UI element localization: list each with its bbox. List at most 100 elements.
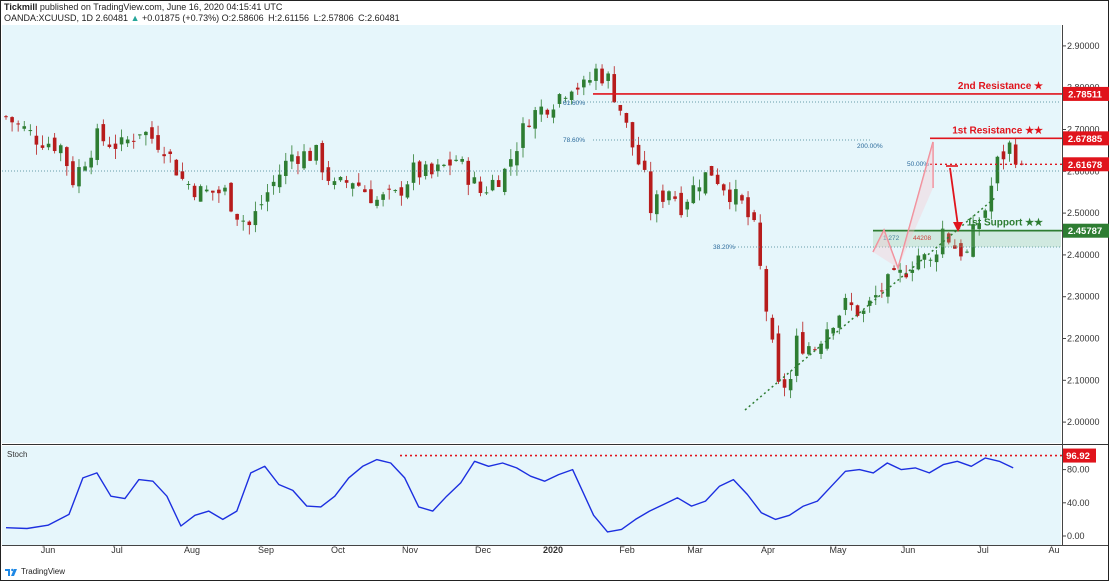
bull-candle [886,274,890,297]
bull-candle [144,131,148,136]
bull-candle [454,159,458,161]
bear-candle [575,87,580,90]
time-tick-label: Apr [761,545,775,555]
bull-candle [861,310,866,314]
bull-candle [533,110,537,129]
bear-candle [764,269,769,312]
bear-candle [71,161,75,186]
bull-candle [442,164,446,166]
time-tick-label: Oct [331,545,346,555]
bull-candle [582,79,586,88]
bear-candle [892,268,896,271]
bull-candle [28,130,33,132]
bull-candle [916,255,921,270]
bear-candle [211,190,215,193]
bull-candle [89,157,93,168]
bear-candle [150,127,154,139]
level-price-text: 2.67885 [1068,134,1103,145]
level-price-text: 2.78511 [1068,89,1103,100]
level-label: 1st Resistance ★★ [952,125,1043,136]
bear-candle [16,123,20,125]
bear-candle [247,221,252,226]
bear-candle [770,317,775,340]
bear-candle [52,137,57,152]
time-tick-label: 2020 [543,545,563,555]
bull-candle [95,128,100,160]
bear-candle [363,189,367,193]
bull-candle [594,68,598,81]
bear-candle [34,135,39,145]
bear-candle [1001,151,1006,160]
bull-candle [502,168,507,192]
footer: TradingView [4,566,65,578]
tradingview-brand[interactable]: TradingView [21,566,65,578]
bear-candle [429,163,434,175]
stoch-tick-label: 80.00 [1067,465,1090,475]
bear-candle [369,189,373,204]
bear-candle [229,182,233,212]
bull-candle [83,166,87,171]
bull-candle [302,151,306,169]
bear-candle [320,143,325,173]
bull-candle [685,201,690,210]
bear-candle [40,145,45,148]
level-price-text: 2.61678 [1068,160,1102,171]
bull-candle [697,187,702,192]
bull-candle [898,269,902,273]
bear-candle [217,189,221,194]
price-tick-label: 2.50000 [1067,208,1100,218]
bear-candle [642,160,647,170]
bull-candle [277,174,282,188]
time-tick-label: Jul [977,545,989,555]
bear-candle [624,112,629,123]
bear-candle [478,181,483,193]
bear-candle [740,195,744,201]
bear-candle [168,151,173,155]
bear-candle [107,144,112,147]
bull-candle [509,159,513,167]
stoch-value-text: 96.92 [1066,451,1090,462]
bull-candle [515,151,519,166]
bear-candle [113,143,118,149]
bull-candle [521,123,525,148]
bull-candle [734,189,738,205]
time-tick-label: May [829,545,847,555]
bull-candle [119,137,124,145]
bull-candle [381,194,385,200]
bull-candle [290,154,294,162]
time-tick-label: Jun [41,545,56,555]
bull-candle [223,187,227,192]
bull-candle [77,167,81,187]
bull-candle [788,379,793,391]
bull-candle [588,80,592,83]
bull-candle [186,183,191,185]
bull-candle [831,327,835,334]
bull-candle [703,172,708,194]
bear-candle [326,167,331,181]
bear-candle [387,188,391,190]
bear-candle [180,171,185,179]
bear-candle [776,333,781,382]
bull-candle [271,181,276,187]
price-tick-label: 2.10000 [1067,375,1100,385]
bear-candle [4,116,8,118]
bear-candle [661,190,665,202]
bull-candle [995,156,1000,184]
stoch-title: Stoch [7,450,27,459]
bear-candle [101,124,106,142]
support-zone [873,229,1061,247]
bull-candle [873,295,878,298]
bull-candle [563,97,568,99]
bear-candle [618,104,623,111]
time-tick-label: Jun [901,545,916,555]
price-chart[interactable]: 2.900002.800002.700002.600002.500002.400… [0,0,1111,583]
bear-candle [752,212,756,221]
bear-candle [308,150,312,161]
bear-candle [192,185,197,198]
bull-candle [332,181,337,185]
level-label: 2nd Resistance ★ [958,81,1043,92]
bull-candle [928,259,933,261]
bull-candle [691,185,696,204]
bull-candle [283,160,288,177]
bull-candle [350,183,355,189]
